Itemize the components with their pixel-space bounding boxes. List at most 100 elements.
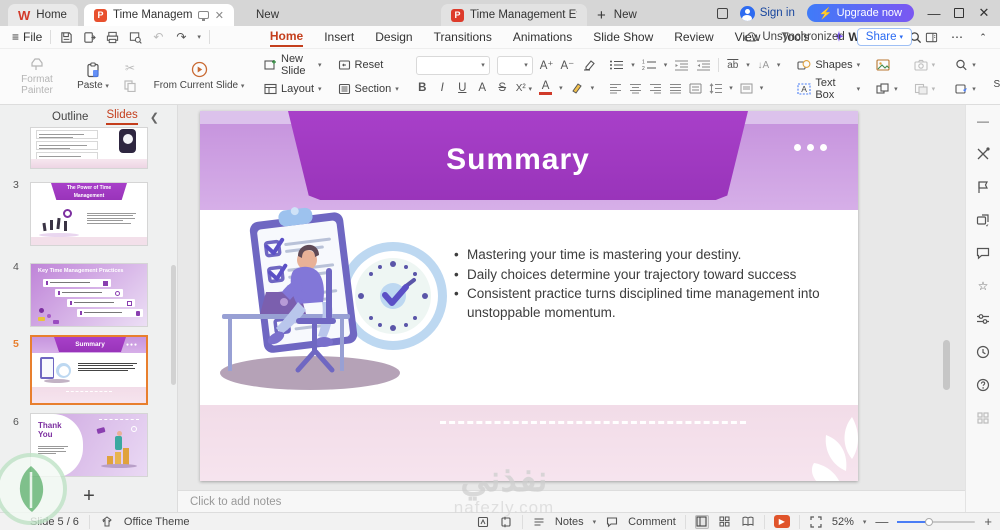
student-tools-button[interactable]: Student Tools [993, 53, 1000, 101]
font-size-select[interactable]: ▾ [496, 55, 533, 75]
quickbar-dropdown-icon[interactable]: ▾ [197, 33, 201, 41]
canvas-scrollbar[interactable] [943, 340, 950, 390]
zoom-slider-knob[interactable] [925, 517, 934, 526]
slide-title-banner[interactable]: Summary [288, 111, 748, 200]
apps-grid-icon[interactable] [975, 410, 991, 426]
options-sliders-icon[interactable] [975, 311, 991, 327]
task-window-icon[interactable] [476, 515, 490, 529]
zoom-level[interactable]: 52% [832, 516, 854, 528]
highlight-color-icon[interactable] [570, 81, 584, 95]
notes-toggle-label[interactable]: Notes [555, 516, 584, 528]
more-options-icon[interactable]: ⋯ [950, 30, 964, 44]
slideshow-play-button[interactable]: ▶ [773, 515, 790, 528]
slide-thumbnail-3[interactable]: The Power of Time Management [30, 182, 148, 246]
notes-dropdown-icon[interactable]: ▾ [593, 518, 597, 526]
layout-button[interactable]: Layout ▾ [261, 79, 325, 99]
font-color-dropdown[interactable]: ▾ [559, 84, 563, 92]
align-right-button[interactable] [649, 83, 662, 94]
text-align-options-button[interactable] [740, 83, 753, 94]
export-icon[interactable] [82, 30, 96, 44]
help-icon[interactable] [975, 377, 991, 393]
merge-windows-icon[interactable] [716, 7, 728, 19]
align-left-button[interactable] [609, 83, 622, 94]
collapse-rail-icon[interactable]: — [975, 113, 991, 129]
find-replace-button[interactable]: ▾ [952, 55, 979, 75]
justify-button[interactable] [669, 83, 682, 94]
slide-thumbnail-4[interactable]: Key Time Management Practices [30, 263, 148, 327]
slide-canvas[interactable]: Summary • Mastering your time is masteri… [200, 111, 858, 481]
merge-shapes-button[interactable]: ▾ [911, 79, 939, 99]
tab-document-active[interactable]: P Time Management Effectively ✕ [84, 4, 234, 26]
new-slide-button[interactable]: New Slide ▾ [261, 53, 325, 77]
close-tab-icon[interactable]: ✕ [215, 9, 224, 22]
italic-button[interactable]: I [436, 82, 449, 94]
reading-view-icon[interactable] [741, 515, 755, 529]
tab-ribbon-home[interactable]: Home [269, 27, 304, 47]
close-window-button[interactable]: ✕ [976, 5, 992, 21]
reset-button[interactable]: Reset [335, 55, 402, 75]
print-preview-icon[interactable] [128, 30, 142, 44]
highlight-dropdown[interactable]: ▾ [591, 84, 595, 92]
decrease-font-button[interactable]: A⁻ [561, 58, 575, 72]
save-icon[interactable] [59, 30, 73, 44]
font-family-select[interactable]: ▾ [415, 55, 490, 75]
section-button[interactable]: Section ▾ [335, 79, 402, 99]
sidebar-note-icon[interactable] [924, 30, 938, 44]
tab-ribbon-animations[interactable]: Animations [513, 28, 572, 46]
superscript-button[interactable]: X² ▾ [516, 83, 532, 94]
tab-ribbon-transitions[interactable]: Transitions [434, 28, 492, 46]
tab-ribbon-insert[interactable]: Insert [324, 28, 354, 46]
zoom-in-button[interactable]: + [984, 514, 992, 529]
collapse-ribbon-icon[interactable]: ⌃ [976, 30, 990, 44]
format-painter-button[interactable]: Format Painter [11, 53, 63, 101]
zoom-out-button[interactable]: — [875, 514, 888, 529]
sign-in-button[interactable]: Sign in [739, 5, 795, 21]
beautify-theme-icon[interactable] [975, 179, 991, 195]
new-tab-button[interactable]: + New [597, 4, 637, 26]
sync-status[interactable]: Unsynchronized [744, 31, 845, 43]
cut-icon[interactable]: ✂ [123, 61, 137, 75]
align-center-button[interactable] [629, 83, 642, 94]
fit-slide-icon[interactable] [809, 515, 823, 529]
switch-window-icon[interactable] [499, 515, 513, 529]
notes-bar[interactable]: Click to add notes [178, 490, 965, 512]
export-share-button[interactable]: ▾ [952, 79, 979, 99]
tab-ribbon-slideshow[interactable]: Slide Show [593, 28, 653, 46]
increase-indent-button[interactable] [696, 59, 711, 71]
minimize-button[interactable]: — [926, 6, 942, 21]
increase-font-button[interactable]: A⁺ [540, 58, 554, 72]
character-spacing-button[interactable]: A [476, 82, 489, 94]
tab-ribbon-design[interactable]: Design [375, 28, 412, 46]
decrease-indent-button[interactable] [674, 59, 689, 71]
from-current-slide-button[interactable]: From Current Slide ▾ [151, 53, 247, 101]
comment-icon[interactable] [605, 515, 619, 529]
tab-new[interactable]: New [246, 4, 289, 26]
underline-button[interactable]: U [456, 82, 469, 94]
redo-icon[interactable]: ↷ [174, 30, 188, 44]
sidebar-scrollbar[interactable] [171, 265, 176, 385]
print-icon[interactable] [105, 30, 119, 44]
font-color-button[interactable]: A [539, 80, 553, 95]
share-button[interactable]: Share ▾ [856, 28, 912, 46]
slide-sorter-icon[interactable] [718, 515, 732, 529]
tab-home[interactable]: W Home [8, 4, 78, 26]
insert-picture-button[interactable] [873, 55, 901, 75]
collapse-panel-icon[interactable]: ❮ [150, 111, 159, 124]
comment-pane-icon[interactable] [975, 245, 991, 261]
present-mode-icon[interactable] [197, 11, 209, 21]
tab-ribbon-review[interactable]: Review [674, 28, 713, 46]
screenshot-button[interactable]: ▾ [911, 55, 939, 75]
zoom-dropdown-icon[interactable]: ▾ [863, 518, 867, 526]
zoom-slider[interactable] [897, 517, 976, 526]
numbering-button[interactable]: 12 [642, 59, 657, 71]
upgrade-button[interactable]: ⚡ Upgrade now [806, 4, 914, 22]
copy-icon[interactable] [123, 79, 137, 93]
tab-slides[interactable]: Slides [106, 109, 138, 125]
restore-button[interactable] [954, 8, 964, 18]
slide-thumbnail-5-selected[interactable]: Summary ●●● [30, 335, 148, 405]
slide-thumbnail-2[interactable] [30, 127, 148, 169]
text-box-button[interactable]: A Text Box ▾ [794, 77, 863, 101]
arrange-button[interactable]: ▾ [873, 79, 901, 99]
transition-pane-icon[interactable] [975, 212, 991, 228]
bold-button[interactable]: B [416, 82, 429, 94]
